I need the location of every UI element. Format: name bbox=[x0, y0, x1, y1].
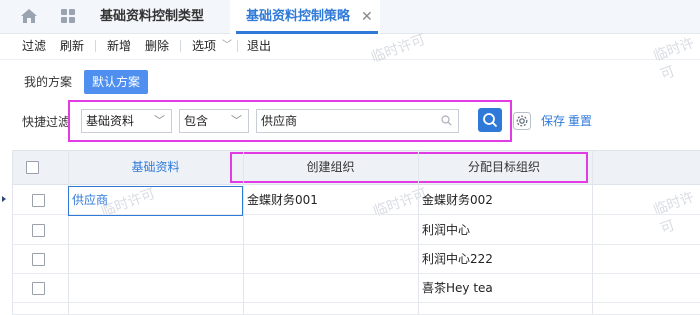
save-link[interactable]: 保存 bbox=[541, 112, 565, 130]
row-checkbox[interactable] bbox=[32, 253, 45, 266]
refresh-button[interactable]: 刷新 bbox=[60, 34, 84, 58]
filter-button[interactable]: 过滤 bbox=[22, 34, 46, 58]
cell-target-org[interactable]: 金蝶财务002 bbox=[418, 186, 592, 215]
quick-filter-highlight bbox=[68, 100, 512, 142]
home-icon[interactable] bbox=[20, 8, 38, 24]
active-cell-border bbox=[68, 186, 243, 216]
exit-button[interactable]: 退出 bbox=[247, 34, 271, 58]
my-schemes-label[interactable]: 我的方案 bbox=[24, 71, 72, 93]
reset-link[interactable]: 重置 bbox=[568, 112, 592, 130]
row-checkbox[interactable] bbox=[32, 224, 45, 237]
quick-filter-label: 快捷过滤 bbox=[22, 115, 71, 129]
toolbar-divider bbox=[180, 40, 181, 52]
cell-creating-org[interactable] bbox=[243, 274, 418, 303]
cell-creating-org[interactable] bbox=[243, 216, 418, 245]
cell-basic-data[interactable] bbox=[68, 274, 243, 303]
cell-basic-data[interactable] bbox=[68, 216, 243, 245]
delete-button[interactable]: 删除 bbox=[145, 34, 169, 58]
cell-basic-data[interactable] bbox=[68, 245, 243, 274]
current-row-indicator bbox=[2, 196, 6, 202]
row-checkbox[interactable] bbox=[32, 282, 45, 295]
tab-control-type[interactable]: 基础资料控制类型 bbox=[100, 0, 204, 34]
cell-target-org[interactable]: 喜茶Hey tea bbox=[418, 274, 592, 303]
default-scheme-button[interactable]: 默认方案 bbox=[84, 70, 148, 94]
cell-target-org[interactable]: 利润中心222 bbox=[418, 245, 592, 274]
cell-target-org[interactable]: 利润中心 bbox=[418, 216, 592, 245]
close-tab-icon[interactable]: ✕ bbox=[361, 0, 373, 34]
tab-control-strategy[interactable]: 基础资料控制策略 bbox=[246, 0, 350, 34]
cell-creating-org[interactable]: 金蝶财务001 bbox=[243, 186, 418, 215]
chevron-down-icon[interactable]: ﹀ bbox=[222, 34, 232, 58]
apps-grid-icon[interactable] bbox=[60, 8, 76, 24]
select-all-checkbox[interactable] bbox=[26, 161, 39, 174]
gear-icon[interactable] bbox=[513, 112, 531, 130]
row-checkbox[interactable] bbox=[32, 194, 45, 207]
cell-creating-org[interactable] bbox=[243, 245, 418, 274]
toolbar-divider bbox=[237, 40, 238, 52]
column-header-basic-data[interactable]: 基础资料 bbox=[68, 150, 243, 185]
toolbar bbox=[0, 34, 700, 60]
table-row-partial bbox=[12, 303, 700, 315]
toolbar-divider bbox=[95, 40, 96, 52]
new-button[interactable]: 新增 bbox=[107, 34, 131, 58]
columns-highlight bbox=[230, 152, 588, 183]
options-button[interactable]: 选项 bbox=[192, 34, 216, 58]
